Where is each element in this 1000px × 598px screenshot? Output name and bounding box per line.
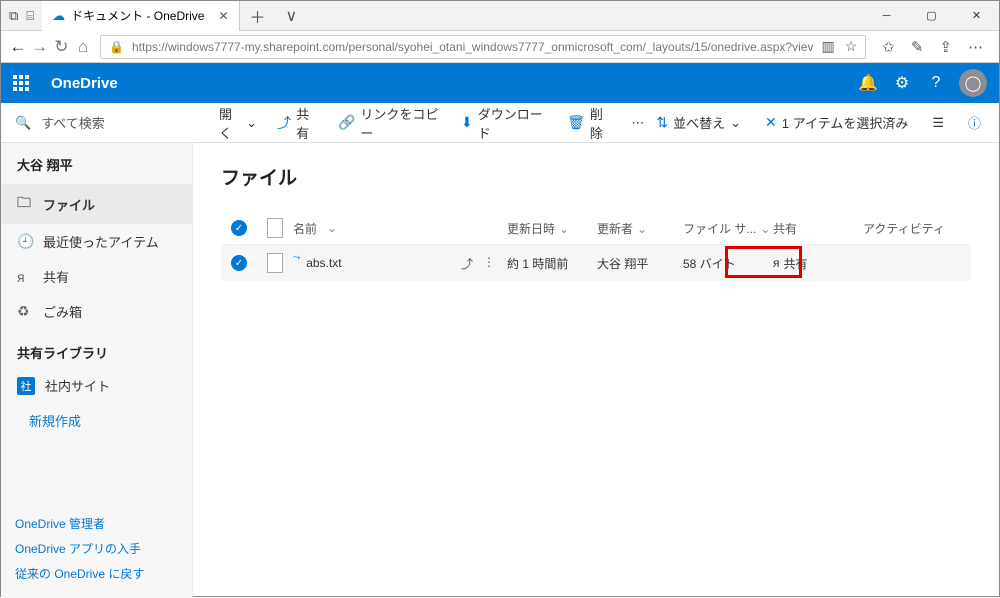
app-launcher-icon[interactable] xyxy=(13,75,33,91)
notes-icon[interactable]: ✎ xyxy=(911,38,924,56)
file-name: ⤳abs.txt xyxy=(293,256,461,270)
recycle-icon: ♻ xyxy=(17,303,33,320)
select-all-checkbox[interactable]: ✓ xyxy=(231,220,247,236)
sidebar-item-shared[interactable]: ᴙ 共有 xyxy=(1,259,192,294)
more-commands-button[interactable]: ⋯ xyxy=(625,111,650,135)
app-name[interactable]: OneDrive xyxy=(51,75,118,92)
settings-gear-icon[interactable]: ⚙ xyxy=(885,73,919,93)
search-icon: 🔍 xyxy=(15,115,31,131)
size-cell: 58 バイト xyxy=(683,255,773,272)
table-row[interactable]: ✓ ⤳abs.txt ⤴ ⋮ 約 1 時間前 大谷 翔平 58 バイト ᴙ共有 xyxy=(221,245,971,281)
download-button[interactable]: ⬇ ダウンロード xyxy=(455,100,553,146)
details-pane-icon[interactable]: ⓘ xyxy=(962,109,987,136)
tab-title: ドキュメント - OneDrive xyxy=(71,7,204,24)
window-titlebar: ⧉ ⌸ ☁ ドキュメント - OneDrive ✕ ＋ ∨ ─ ▢ ✕ xyxy=(1,1,999,31)
delete-button[interactable]: 🗑 削除 xyxy=(561,100,617,146)
trash-icon: 🗑 xyxy=(567,114,585,131)
col-size[interactable]: ファイル サ...⌄ xyxy=(683,220,773,237)
classic-link[interactable]: 従来の OneDrive に戻す xyxy=(15,561,178,586)
window-maximize-button[interactable]: ▢ xyxy=(909,1,954,31)
selection-count[interactable]: ✕ 1 アイテムを選択済み xyxy=(759,109,914,136)
admin-link[interactable]: OneDrive 管理者 xyxy=(15,511,178,536)
onedrive-cloud-icon: ☁ xyxy=(52,8,65,24)
content-area: ファイル ✓ 名前⌄ 更新日時⌄ 更新者⌄ ファイル サ...⌄ 共有 アクティ… xyxy=(193,143,999,598)
app-header: OneDrive 🔔 ⚙ ? ◯ xyxy=(1,63,999,103)
share-icon: ⤴ xyxy=(277,113,291,133)
chevron-down-icon: ⌄ xyxy=(327,221,337,235)
reading-view-icon[interactable]: ▥ xyxy=(821,38,834,55)
refresh-button[interactable]: ↻ xyxy=(51,33,73,61)
table-header: ✓ 名前⌄ 更新日時⌄ 更新者⌄ ファイル サ...⌄ 共有 アクティビティ xyxy=(221,212,971,245)
search-box[interactable]: 🔍 すべて検索 xyxy=(1,113,193,132)
url-field[interactable]: 🔒 https://windows7777-my.sharepoint.com/… xyxy=(100,35,866,59)
sidebar-item-recent[interactable]: 🕘 最近使ったアイテム xyxy=(1,224,192,259)
col-modified-by[interactable]: 更新者⌄ xyxy=(597,220,683,237)
link-icon: 🔗 xyxy=(338,114,355,131)
tab-close-icon[interactable]: ✕ xyxy=(218,9,228,23)
col-modified[interactable]: 更新日時⌄ xyxy=(507,220,597,237)
user-name: 大谷 翔平 xyxy=(1,143,192,184)
row-share-icon[interactable]: ⤴ xyxy=(461,255,473,272)
col-share[interactable]: 共有 xyxy=(773,220,863,237)
forward-button[interactable]: → xyxy=(29,33,51,61)
chevron-down-icon: ⌄ xyxy=(730,115,741,131)
home-button[interactable]: ⌂ xyxy=(72,33,94,61)
file-table: ✓ 名前⌄ 更新日時⌄ 更新者⌄ ファイル サ...⌄ 共有 アクティビティ ✓… xyxy=(221,212,971,281)
help-icon[interactable]: ? xyxy=(919,74,953,92)
tab-set-aside-icon[interactable]: ⌸ xyxy=(26,8,34,24)
favorites-hub-icon[interactable]: ✩ xyxy=(882,38,895,56)
page-title: ファイル xyxy=(221,163,971,190)
sidebar-item-recycle[interactable]: ♻ ごみ箱 xyxy=(1,294,192,329)
col-activity[interactable]: アクティビティ xyxy=(863,220,971,237)
col-name[interactable]: 名前⌄ xyxy=(293,220,461,237)
url-text: https://windows7777-my.sharepoint.com/pe… xyxy=(132,40,814,54)
sort-icon: ⇅ xyxy=(656,114,668,131)
row-checkbox[interactable]: ✓ xyxy=(231,255,247,271)
notifications-icon[interactable]: 🔔 xyxy=(851,73,885,93)
sort-button[interactable]: ⇅ 並べ替え ⌄ xyxy=(650,109,747,136)
search-placeholder: すべて検索 xyxy=(41,113,105,132)
new-tab-button[interactable]: ＋ xyxy=(240,4,276,28)
sidebar: 大谷 翔平 🗀 ファイル 🕘 最近使ったアイテム ᴙ 共有 ♻ ごみ箱 共有ライ… xyxy=(1,143,193,598)
chevron-down-icon: ⌄ xyxy=(246,115,257,131)
get-app-link[interactable]: OneDrive アプリの入手 xyxy=(15,536,178,561)
file-type-icon xyxy=(267,218,283,238)
people-icon: ᴙ xyxy=(17,269,33,285)
more-icon[interactable]: ⋯ xyxy=(968,38,983,56)
modified-cell: 約 1 時間前 xyxy=(507,255,597,272)
sidebar-item-files[interactable]: 🗀 ファイル xyxy=(1,184,192,224)
shared-libraries-header: 共有ライブラリ xyxy=(1,329,192,370)
folder-icon: 🗀 xyxy=(17,192,33,216)
open-button[interactable]: 開く ⌄ xyxy=(213,100,263,146)
copy-link-button[interactable]: 🔗 リンクをコピー xyxy=(332,100,447,146)
view-toggle-icon[interactable]: ☰ xyxy=(926,111,950,135)
clock-icon: 🕘 xyxy=(17,233,33,250)
command-bar: 🔍 すべて検索 開く ⌄ ⤴ 共有 🔗 リンクをコピー ⬇ ダウンロード 🗑 削… xyxy=(1,103,999,143)
lock-icon: 🔒 xyxy=(101,40,132,54)
text-file-icon xyxy=(267,253,283,273)
modified-by-cell: 大谷 翔平 xyxy=(597,255,683,272)
browser-tab[interactable]: ☁ ドキュメント - OneDrive ✕ xyxy=(42,1,239,31)
share-button[interactable]: ⤴ 共有 xyxy=(271,100,324,146)
window-close-button[interactable]: ✕ xyxy=(954,1,999,31)
create-new-link[interactable]: 新規作成 xyxy=(1,401,192,440)
back-button[interactable]: ← xyxy=(7,33,29,61)
tab-preview-icon[interactable]: ⧉ xyxy=(9,8,18,24)
row-more-icon[interactable]: ⋮ xyxy=(483,255,495,272)
clear-selection-icon: ✕ xyxy=(765,114,777,131)
library-item[interactable]: 社 社内サイト xyxy=(1,370,192,401)
download-icon: ⬇ xyxy=(461,114,473,131)
share-cell[interactable]: ᴙ共有 xyxy=(773,255,863,272)
favorite-icon[interactable]: ☆ xyxy=(845,38,858,55)
address-bar: ← → ↻ ⌂ 🔒 https://windows7777-my.sharepo… xyxy=(1,31,999,63)
share-page-icon[interactable]: ⇪ xyxy=(939,38,952,56)
account-avatar[interactable]: ◯ xyxy=(959,69,987,97)
library-badge: 社 xyxy=(17,377,35,395)
window-minimize-button[interactable]: ─ xyxy=(864,1,909,31)
shared-people-icon: ᴙ xyxy=(773,256,780,270)
tab-chevron-icon[interactable]: ∨ xyxy=(276,6,308,26)
